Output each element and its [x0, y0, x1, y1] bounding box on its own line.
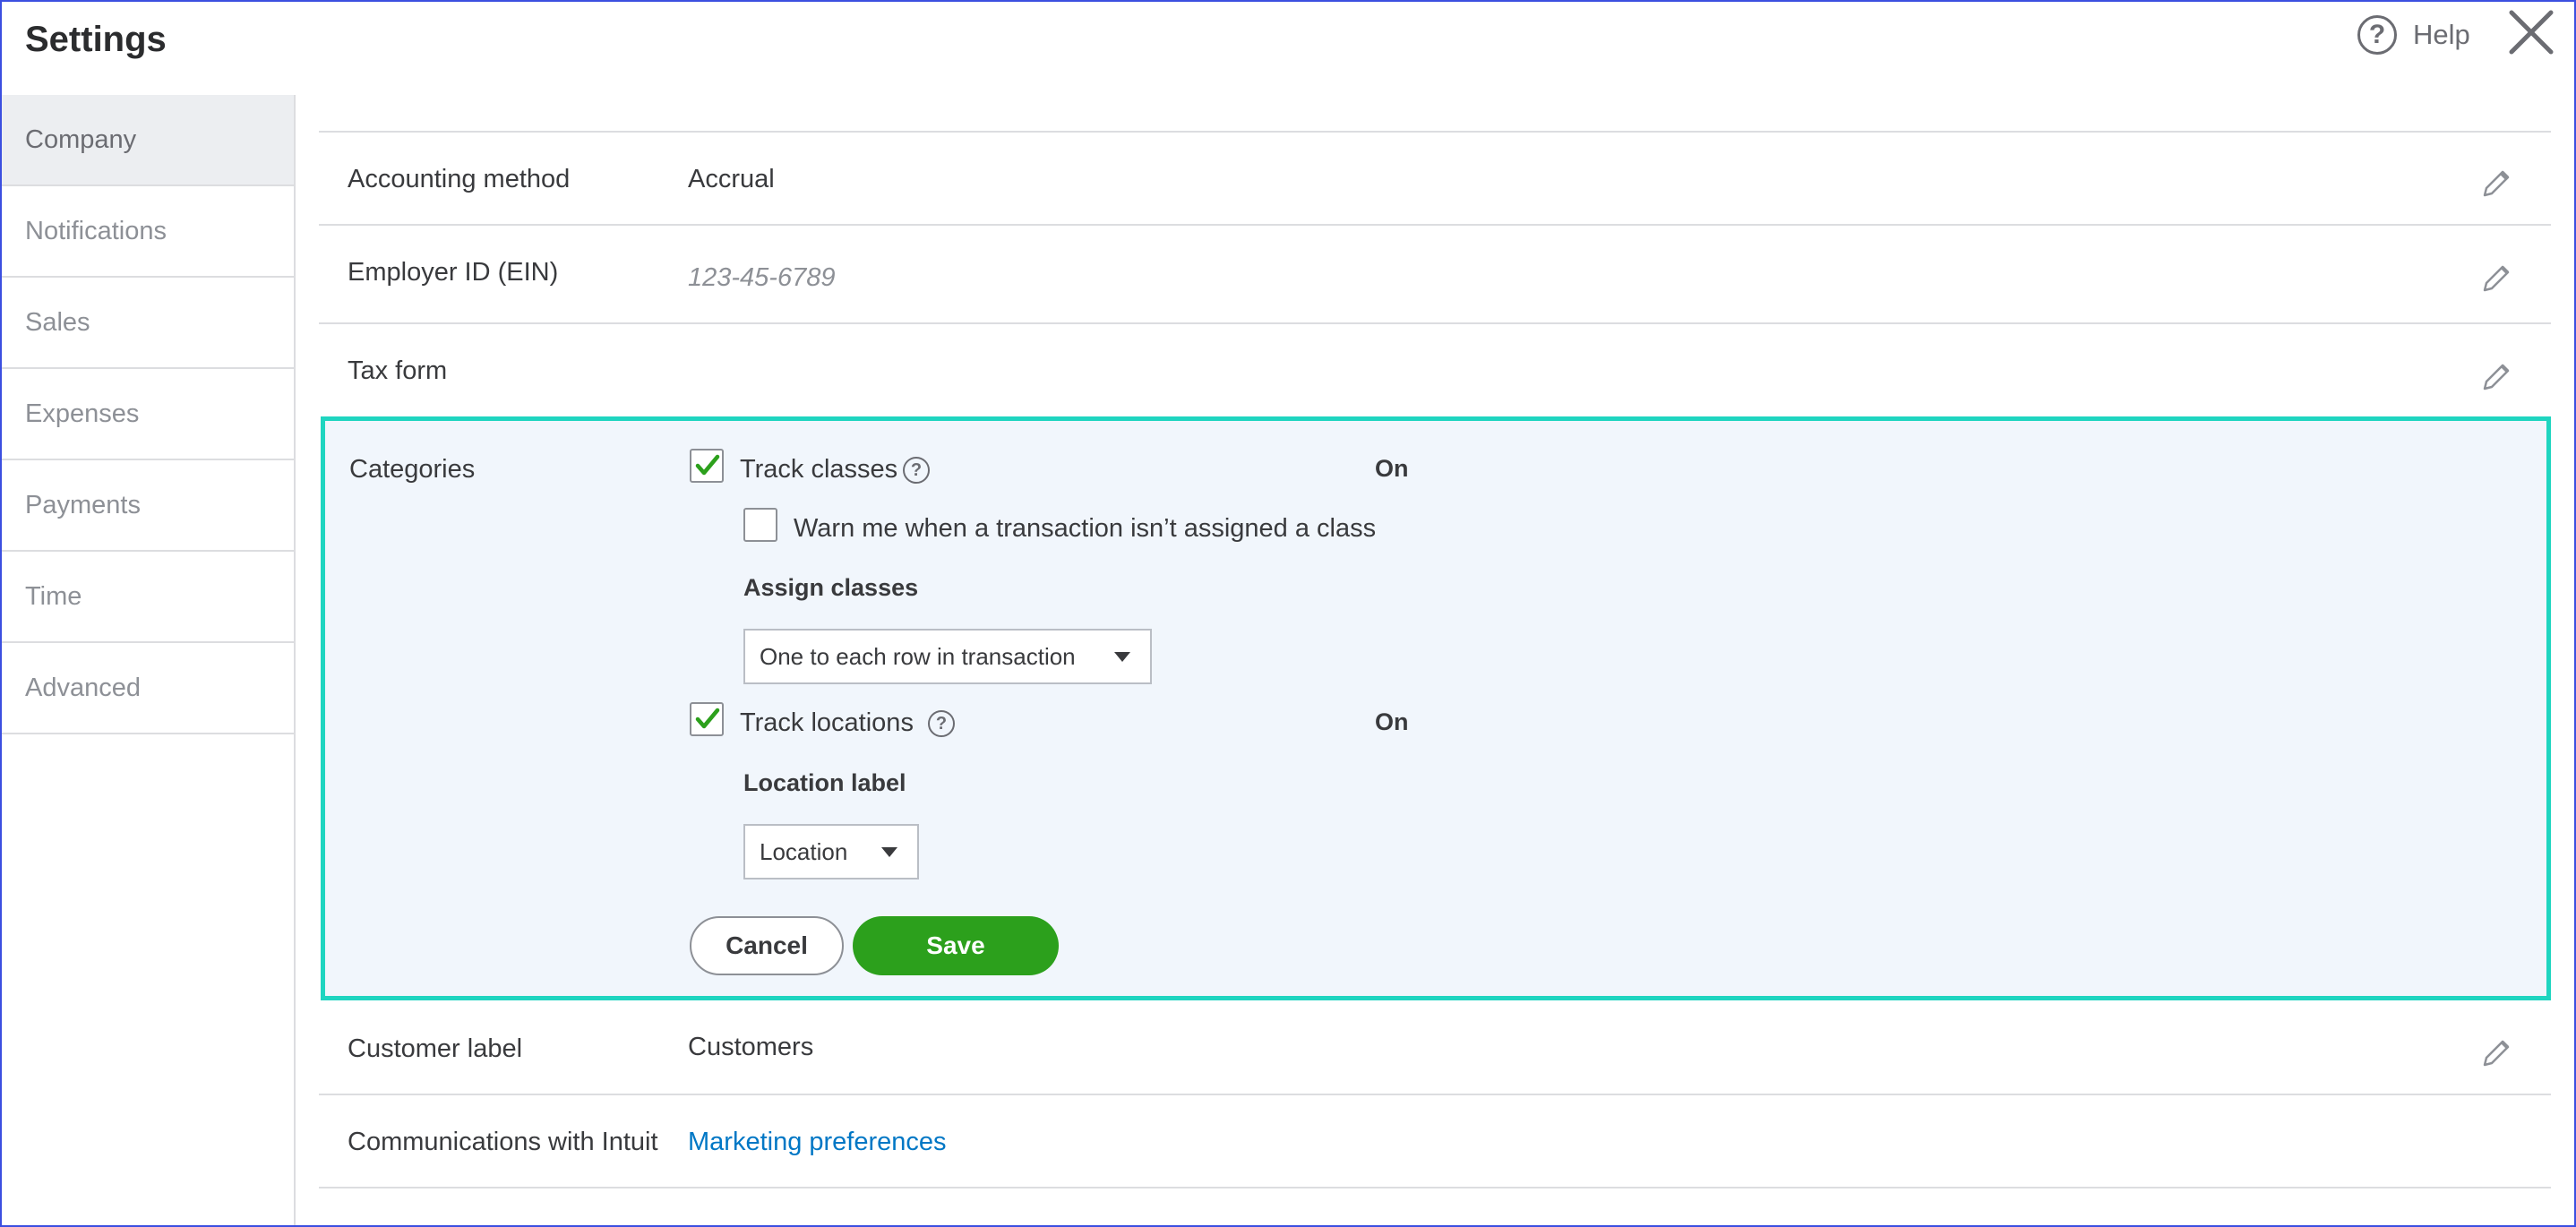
- question-circle-icon[interactable]: ?: [928, 710, 955, 737]
- assign-classes-select[interactable]: One to each row in transaction: [743, 629, 1152, 684]
- categories-label: Categories: [349, 455, 476, 484]
- sidebar-item-company[interactable]: Company: [2, 95, 294, 186]
- location-label-heading: Location label: [743, 769, 906, 796]
- caret-down-icon: [881, 847, 897, 857]
- assign-classes-selected: One to each row in transaction: [760, 642, 1076, 670]
- warn-unassigned-label: Warn me when a transaction isn’t assigne…: [794, 514, 1377, 543]
- question-circle-icon: ?: [2357, 15, 2397, 55]
- warn-unassigned-checkbox[interactable]: [743, 508, 777, 542]
- sidebar-item-advanced[interactable]: Advanced: [2, 643, 294, 734]
- previous-row-divider: [319, 86, 2551, 133]
- customer-label-label: Customer label: [348, 1034, 523, 1063]
- accounting-method-value: Accrual: [688, 165, 775, 193]
- pencil-icon[interactable]: [2477, 167, 2513, 202]
- save-button[interactable]: Save: [853, 916, 1059, 975]
- assign-classes-label: Assign classes: [743, 574, 919, 601]
- accounting-method-row: Accounting method Accrual: [319, 133, 2551, 226]
- employer-id-row: Employer ID (EIN) 123-45-6789: [319, 226, 2551, 324]
- sidebar-item-sales[interactable]: Sales: [2, 278, 294, 369]
- customer-label-value: Customers: [688, 1033, 814, 1061]
- pencil-icon[interactable]: [2477, 262, 2513, 297]
- employer-id-label: Employer ID (EIN): [348, 258, 559, 287]
- track-locations-status: On: [1375, 708, 1409, 735]
- location-label-selected: Location: [760, 837, 848, 865]
- track-classes-label: Track classes: [740, 455, 898, 484]
- question-circle-icon[interactable]: ?: [903, 457, 930, 484]
- caret-down-icon: [1114, 652, 1130, 662]
- track-classes-checkbox[interactable]: [690, 449, 724, 483]
- communications-label: Communications with Intuit: [348, 1128, 658, 1156]
- accounting-method-label: Accounting method: [348, 165, 571, 193]
- sidebar-item-time[interactable]: Time: [2, 552, 294, 643]
- settings-sidebar: Company Notifications Sales Expenses Pay…: [2, 95, 296, 1225]
- communications-row: Communications with Intuit Marketing pre…: [319, 1095, 2551, 1188]
- tax-form-label: Tax form: [348, 356, 448, 385]
- categories-panel: Categories Track classes ? On Warn me wh…: [321, 416, 2551, 1000]
- tax-form-row: Tax form: [319, 324, 2551, 416]
- pencil-icon[interactable]: [2477, 360, 2513, 396]
- sidebar-item-expenses[interactable]: Expenses: [2, 369, 294, 460]
- track-locations-checkbox[interactable]: [690, 702, 724, 736]
- cancel-button[interactable]: Cancel: [690, 916, 844, 975]
- track-classes-status: On: [1375, 455, 1409, 482]
- track-locations-label: Track locations: [740, 708, 914, 737]
- checkmark-icon: [695, 708, 720, 729]
- sidebar-item-payments[interactable]: Payments: [2, 460, 294, 552]
- close-icon[interactable]: [2506, 7, 2556, 57]
- marketing-preferences-link[interactable]: Marketing preferences: [688, 1128, 947, 1157]
- checkmark-icon: [695, 454, 720, 476]
- help-button[interactable]: ? Help: [2357, 13, 2470, 57]
- pencil-icon[interactable]: [2477, 1036, 2513, 1072]
- page-title: Settings: [25, 20, 167, 59]
- employer-id-placeholder: 123-45-6789: [688, 263, 836, 292]
- sidebar-item-notifications[interactable]: Notifications: [2, 186, 294, 278]
- help-label: Help: [2413, 19, 2470, 50]
- location-label-select[interactable]: Location: [743, 824, 919, 879]
- customer-label-row: Customer label Customers: [319, 1000, 2551, 1095]
